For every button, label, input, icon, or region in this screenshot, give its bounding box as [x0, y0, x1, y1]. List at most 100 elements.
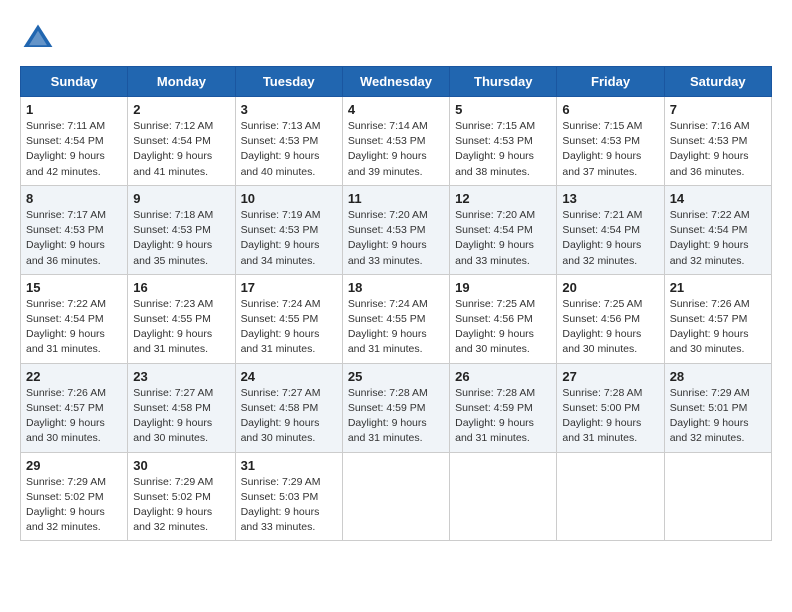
day-number: 16 [133, 280, 229, 295]
page-header [20, 20, 772, 56]
logo-icon [20, 20, 56, 56]
day-number: 31 [241, 458, 337, 473]
day-info: Sunrise: 7:20 AMSunset: 4:53 PMDaylight:… [348, 209, 428, 267]
calendar-day-cell: 12 Sunrise: 7:20 AMSunset: 4:54 PMDaylig… [450, 185, 557, 274]
day-number: 24 [241, 369, 337, 384]
day-number: 3 [241, 102, 337, 117]
day-number: 9 [133, 191, 229, 206]
day-number: 7 [670, 102, 766, 117]
day-number: 1 [26, 102, 122, 117]
calendar-day-cell: 21 Sunrise: 7:26 AMSunset: 4:57 PMDaylig… [664, 274, 771, 363]
calendar-day-cell: 28 Sunrise: 7:29 AMSunset: 5:01 PMDaylig… [664, 363, 771, 452]
day-info: Sunrise: 7:25 AMSunset: 4:56 PMDaylight:… [562, 298, 642, 356]
calendar-day-cell: 19 Sunrise: 7:25 AMSunset: 4:56 PMDaylig… [450, 274, 557, 363]
day-number: 12 [455, 191, 551, 206]
calendar-day-cell: 11 Sunrise: 7:20 AMSunset: 4:53 PMDaylig… [342, 185, 449, 274]
day-number: 27 [562, 369, 658, 384]
calendar-day-cell: 2 Sunrise: 7:12 AMSunset: 4:54 PMDayligh… [128, 97, 235, 186]
day-number: 15 [26, 280, 122, 295]
day-info: Sunrise: 7:26 AMSunset: 4:57 PMDaylight:… [670, 298, 750, 356]
day-info: Sunrise: 7:17 AMSunset: 4:53 PMDaylight:… [26, 209, 106, 267]
day-number: 18 [348, 280, 444, 295]
day-number: 28 [670, 369, 766, 384]
calendar-day-cell: 17 Sunrise: 7:24 AMSunset: 4:55 PMDaylig… [235, 274, 342, 363]
day-number: 26 [455, 369, 551, 384]
calendar-week-row: 8 Sunrise: 7:17 AMSunset: 4:53 PMDayligh… [21, 185, 772, 274]
day-info: Sunrise: 7:29 AMSunset: 5:02 PMDaylight:… [133, 476, 213, 534]
day-info: Sunrise: 7:18 AMSunset: 4:53 PMDaylight:… [133, 209, 213, 267]
day-info: Sunrise: 7:15 AMSunset: 4:53 PMDaylight:… [562, 120, 642, 178]
day-number: 13 [562, 191, 658, 206]
calendar-day-cell: 15 Sunrise: 7:22 AMSunset: 4:54 PMDaylig… [21, 274, 128, 363]
calendar-week-row: 29 Sunrise: 7:29 AMSunset: 5:02 PMDaylig… [21, 452, 772, 541]
day-info: Sunrise: 7:29 AMSunset: 5:02 PMDaylight:… [26, 476, 106, 534]
day-number: 19 [455, 280, 551, 295]
calendar-day-cell: 6 Sunrise: 7:15 AMSunset: 4:53 PMDayligh… [557, 97, 664, 186]
day-info: Sunrise: 7:25 AMSunset: 4:56 PMDaylight:… [455, 298, 535, 356]
calendar-day-cell: 25 Sunrise: 7:28 AMSunset: 4:59 PMDaylig… [342, 363, 449, 452]
day-number: 17 [241, 280, 337, 295]
day-number: 25 [348, 369, 444, 384]
calendar-day-cell: 1 Sunrise: 7:11 AMSunset: 4:54 PMDayligh… [21, 97, 128, 186]
calendar-week-row: 22 Sunrise: 7:26 AMSunset: 4:57 PMDaylig… [21, 363, 772, 452]
day-number: 10 [241, 191, 337, 206]
header-monday: Monday [128, 67, 235, 97]
calendar-day-cell: 22 Sunrise: 7:26 AMSunset: 4:57 PMDaylig… [21, 363, 128, 452]
empty-cell [342, 452, 449, 541]
day-info: Sunrise: 7:24 AMSunset: 4:55 PMDaylight:… [241, 298, 321, 356]
day-number: 11 [348, 191, 444, 206]
day-number: 5 [455, 102, 551, 117]
day-info: Sunrise: 7:13 AMSunset: 4:53 PMDaylight:… [241, 120, 321, 178]
day-info: Sunrise: 7:29 AMSunset: 5:01 PMDaylight:… [670, 387, 750, 445]
day-number: 6 [562, 102, 658, 117]
day-info: Sunrise: 7:11 AMSunset: 4:54 PMDaylight:… [26, 120, 105, 178]
day-number: 30 [133, 458, 229, 473]
calendar-day-cell: 14 Sunrise: 7:22 AMSunset: 4:54 PMDaylig… [664, 185, 771, 274]
calendar-day-cell: 23 Sunrise: 7:27 AMSunset: 4:58 PMDaylig… [128, 363, 235, 452]
header-tuesday: Tuesday [235, 67, 342, 97]
calendar-day-cell: 30 Sunrise: 7:29 AMSunset: 5:02 PMDaylig… [128, 452, 235, 541]
day-info: Sunrise: 7:26 AMSunset: 4:57 PMDaylight:… [26, 387, 106, 445]
calendar-header-row: SundayMondayTuesdayWednesdayThursdayFrid… [21, 67, 772, 97]
day-info: Sunrise: 7:28 AMSunset: 4:59 PMDaylight:… [348, 387, 428, 445]
calendar-day-cell: 10 Sunrise: 7:19 AMSunset: 4:53 PMDaylig… [235, 185, 342, 274]
header-saturday: Saturday [664, 67, 771, 97]
header-wednesday: Wednesday [342, 67, 449, 97]
calendar-table: SundayMondayTuesdayWednesdayThursdayFrid… [20, 66, 772, 541]
day-number: 4 [348, 102, 444, 117]
day-info: Sunrise: 7:19 AMSunset: 4:53 PMDaylight:… [241, 209, 321, 267]
day-info: Sunrise: 7:21 AMSunset: 4:54 PMDaylight:… [562, 209, 642, 267]
calendar-day-cell: 26 Sunrise: 7:28 AMSunset: 4:59 PMDaylig… [450, 363, 557, 452]
day-info: Sunrise: 7:20 AMSunset: 4:54 PMDaylight:… [455, 209, 535, 267]
calendar-day-cell: 9 Sunrise: 7:18 AMSunset: 4:53 PMDayligh… [128, 185, 235, 274]
day-info: Sunrise: 7:28 AMSunset: 5:00 PMDaylight:… [562, 387, 642, 445]
day-info: Sunrise: 7:29 AMSunset: 5:03 PMDaylight:… [241, 476, 321, 534]
day-info: Sunrise: 7:15 AMSunset: 4:53 PMDaylight:… [455, 120, 535, 178]
empty-cell [450, 452, 557, 541]
calendar-day-cell: 4 Sunrise: 7:14 AMSunset: 4:53 PMDayligh… [342, 97, 449, 186]
calendar-day-cell: 27 Sunrise: 7:28 AMSunset: 5:00 PMDaylig… [557, 363, 664, 452]
header-thursday: Thursday [450, 67, 557, 97]
calendar-day-cell: 7 Sunrise: 7:16 AMSunset: 4:53 PMDayligh… [664, 97, 771, 186]
day-info: Sunrise: 7:27 AMSunset: 4:58 PMDaylight:… [133, 387, 213, 445]
day-number: 29 [26, 458, 122, 473]
calendar-day-cell: 24 Sunrise: 7:27 AMSunset: 4:58 PMDaylig… [235, 363, 342, 452]
day-info: Sunrise: 7:16 AMSunset: 4:53 PMDaylight:… [670, 120, 750, 178]
day-info: Sunrise: 7:23 AMSunset: 4:55 PMDaylight:… [133, 298, 213, 356]
calendar-day-cell: 5 Sunrise: 7:15 AMSunset: 4:53 PMDayligh… [450, 97, 557, 186]
day-info: Sunrise: 7:22 AMSunset: 4:54 PMDaylight:… [26, 298, 106, 356]
header-friday: Friday [557, 67, 664, 97]
day-number: 2 [133, 102, 229, 117]
calendar-day-cell: 29 Sunrise: 7:29 AMSunset: 5:02 PMDaylig… [21, 452, 128, 541]
day-info: Sunrise: 7:24 AMSunset: 4:55 PMDaylight:… [348, 298, 428, 356]
day-info: Sunrise: 7:28 AMSunset: 4:59 PMDaylight:… [455, 387, 535, 445]
day-info: Sunrise: 7:14 AMSunset: 4:53 PMDaylight:… [348, 120, 428, 178]
day-number: 20 [562, 280, 658, 295]
calendar-day-cell: 13 Sunrise: 7:21 AMSunset: 4:54 PMDaylig… [557, 185, 664, 274]
empty-cell [557, 452, 664, 541]
empty-cell [664, 452, 771, 541]
calendar-day-cell: 20 Sunrise: 7:25 AMSunset: 4:56 PMDaylig… [557, 274, 664, 363]
day-info: Sunrise: 7:12 AMSunset: 4:54 PMDaylight:… [133, 120, 213, 178]
calendar-day-cell: 3 Sunrise: 7:13 AMSunset: 4:53 PMDayligh… [235, 97, 342, 186]
calendar-day-cell: 18 Sunrise: 7:24 AMSunset: 4:55 PMDaylig… [342, 274, 449, 363]
